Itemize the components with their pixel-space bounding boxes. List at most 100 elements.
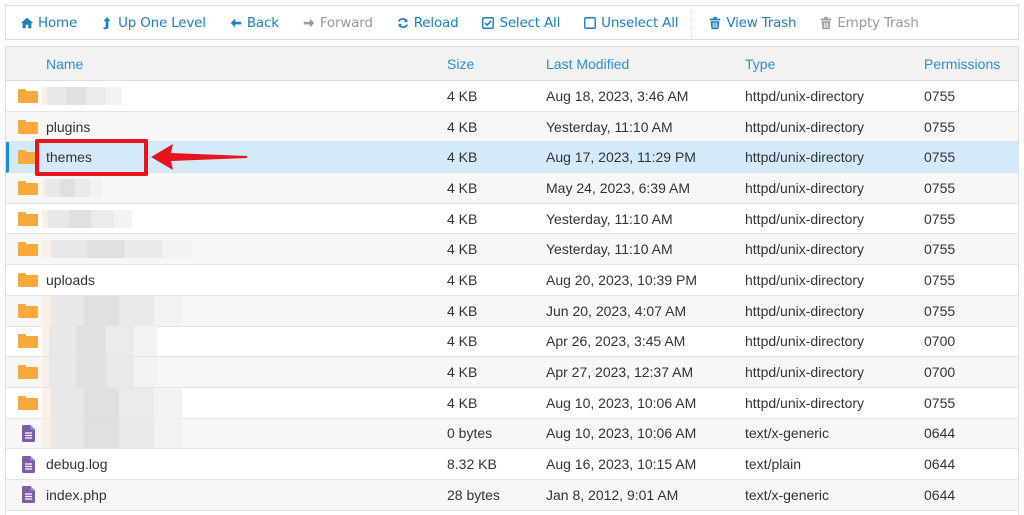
toolbar-divider [691,6,693,39]
file-size: 4 KB [447,118,478,135]
last-modified: Apr 26, 2023, 3:45 AM [546,333,686,350]
file-size: 4 KB [447,241,478,258]
trash-icon [821,16,832,29]
file-size: 4 KB [447,179,478,196]
file-type: httpd/unix-directory [745,333,865,350]
up-one-level-button[interactable]: Up One Level [100,15,206,31]
folder-icon [18,365,38,380]
last-modified: Aug 20, 2023, 10:39 PM [546,271,697,288]
file-name[interactable]: themes [46,149,447,165]
table-row[interactable]: debug.log 8.32 KB Aug 16, 2023, 10:15 AM te… [6,449,1018,480]
file-icon [21,424,35,442]
reload-button[interactable]: Reload [396,15,459,31]
column-header-last-modified[interactable]: Last Modified [546,56,745,72]
file-name[interactable]: debug.log [46,456,447,472]
file-size: 0 bytes [447,425,493,442]
permissions: 0700 [924,333,956,350]
table-header: Name Size Last Modified Type Permissions [6,47,1018,81]
unselect-all-button[interactable]: Unselect All [583,15,679,31]
table-row[interactable]: 0 bytes Aug 10, 2023, 10:06 AM text/x-gene… [6,418,1018,450]
file-size: 4 KB [447,87,478,104]
file-name[interactable] [42,387,447,418]
permissions: 0755 [924,394,956,411]
last-modified: May 24, 2023, 6:39 AM [546,179,690,196]
file-type: httpd/unix-directory [745,87,865,104]
last-modified: Apr 27, 2023, 12:37 AM [546,364,694,381]
file-name[interactable] [42,295,447,326]
folder-icon [18,334,38,349]
table-row[interactable]: uploads 4 KB Aug 20, 2023, 10:39 PM httpd/u… [6,265,1018,296]
file-name[interactable] [42,326,447,357]
permissions: 0755 [924,210,956,227]
file-name[interactable]: uploads [46,272,447,288]
redacted-name [42,179,102,198]
permissions: 0700 [924,364,956,381]
table-row[interactable]: 4 KB Yesterday, 11:10 AM httpd/unix-direct… [6,203,1018,235]
file-size: 4 KB [447,210,478,227]
back-button[interactable]: Back [229,15,279,31]
file-type: httpd/unix-directory [745,241,865,258]
file-type: text/plain [745,456,802,473]
file-name[interactable] [42,209,447,228]
table-row[interactable]: index.php 28 bytes Jan 8, 2012, 9:01 AM tex… [6,479,1018,511]
redacted-name [42,418,182,449]
permissions: 0755 [924,241,956,258]
home-button[interactable]: Home [20,15,77,31]
file-name[interactable] [42,179,447,198]
permissions: 0755 [924,179,956,196]
file-size: 4 KB [447,271,478,288]
file-type: httpd/unix-directory [745,210,865,227]
file-size: 8.32 KB [447,456,497,473]
redacted-name [42,326,157,357]
folder-icon [18,303,38,318]
last-modified: Aug 17, 2023, 11:29 PM [546,149,696,166]
table-row[interactable]: 4 KB Yesterday, 11:10 AM httpd/unix-direct… [6,234,1018,266]
file-type: httpd/unix-directory [745,364,865,381]
folder-icon [18,242,38,257]
folder-icon [18,119,38,134]
file-name[interactable] [42,240,447,259]
folder-icon [18,272,38,287]
folder-icon [18,150,38,165]
reload-icon [397,17,408,28]
file-name[interactable] [42,357,447,388]
table-row[interactable]: themes 4 KB Aug 17, 2023, 11:29 PM httpd/un… [6,142,1018,174]
table-row[interactable]: 4 KB Aug 10, 2023, 10:06 AM httpd/unix-dir… [6,387,1018,419]
empty-trash-button[interactable]: Empty Trash [819,15,919,31]
table-row[interactable]: 4 KB Jun 20, 2023, 4:07 AM httpd/unix-dire… [6,295,1018,327]
file-type: httpd/unix-directory [745,271,865,288]
table-row[interactable]: 4 KB Aug 18, 2023, 3:46 AM httpd/unix-dire… [6,81,1018,112]
redacted-name [42,357,157,388]
checkbox-checked-icon [482,16,495,29]
file-type: httpd/unix-directory [745,118,865,135]
column-header-name[interactable]: Name [46,56,447,72]
file-type: httpd/unix-directory [745,394,865,411]
last-modified: Yesterday, 11:10 AM [546,210,673,227]
file-name[interactable] [42,418,447,449]
permissions: 0644 [924,456,956,473]
column-header-permissions[interactable]: Permissions [924,56,1014,72]
view-trash-button[interactable]: View Trash [708,15,797,31]
forward-button[interactable]: Forward [302,15,373,31]
file-name[interactable]: plugins [46,119,447,135]
column-header-type[interactable]: Type [745,56,924,72]
file-name[interactable]: index.php [46,487,447,503]
table-row[interactable]: 4 KB Apr 26, 2023, 3:45 AM httpd/unix-dire… [6,326,1018,358]
trash-icon [710,16,721,29]
permissions: 0755 [924,271,956,288]
last-modified: Jan 8, 2012, 9:01 AM [546,486,679,503]
redacted-name [42,295,182,326]
home-icon [20,17,34,28]
arrow-right-icon [303,18,315,27]
file-size: 4 KB [447,364,478,381]
column-header-size[interactable]: Size [447,56,546,72]
table-row[interactable]: 4 KB Apr 27, 2023, 12:37 AM httpd/unix-dir… [6,357,1018,388]
select-all-button[interactable]: Select All [481,15,560,31]
checkbox-empty-icon [584,16,597,29]
file-name[interactable] [42,86,447,105]
last-modified: Aug 16, 2023, 10:15 AM [546,456,697,473]
table-row[interactable]: plugins 4 KB Yesterday, 11:10 AM httpd/unix… [6,111,1018,143]
last-modified: Yesterday, 11:10 AM [546,241,673,258]
level-up-icon [103,16,111,29]
table-row[interactable]: 4 KB May 24, 2023, 6:39 AM httpd/unix-dire… [6,173,1018,204]
